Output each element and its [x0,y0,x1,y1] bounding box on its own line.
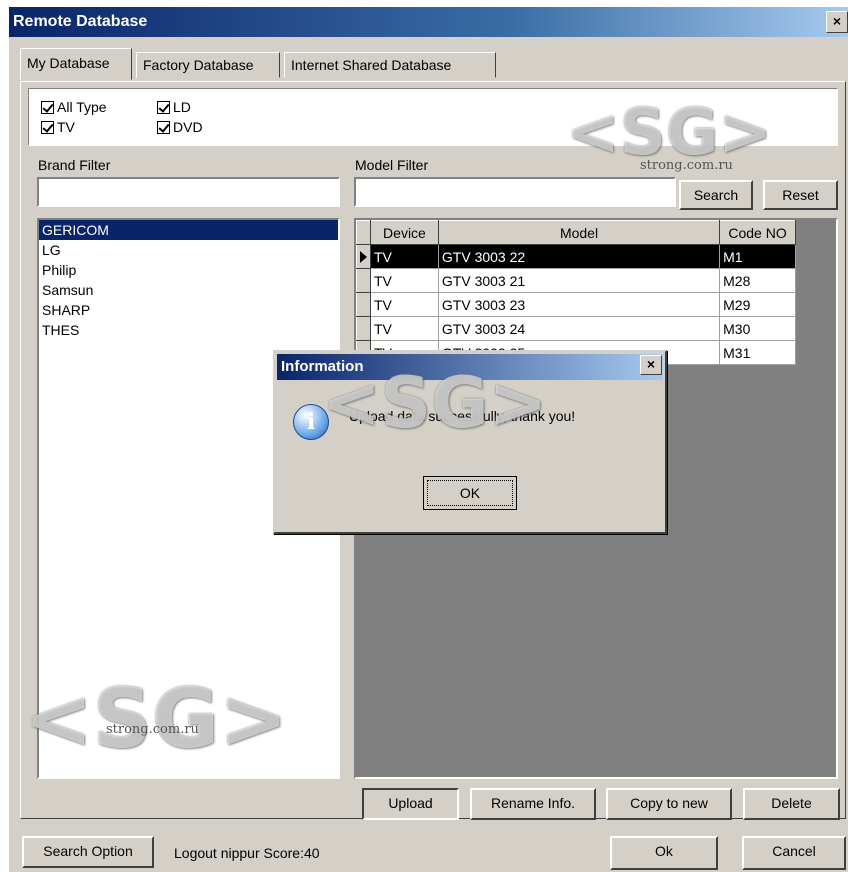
model-filter-label: Model Filter [355,157,429,173]
close-icon[interactable]: × [640,355,662,375]
tab-my-database[interactable]: My Database [20,48,132,80]
cell-code[interactable]: M31 [719,340,796,365]
dialog-titlebar: Information [277,354,663,380]
table-row[interactable]: TV GTV 3003 24 M30 [356,316,796,341]
information-dialog: Information × i Upload data successfully… [273,350,667,534]
cell-code[interactable]: M28 [719,268,796,293]
info-icon: i [293,404,329,440]
upload-button[interactable]: Upload [362,788,459,820]
status-text: Logout nippur Score:40 [174,845,320,861]
table-header-row: Device Model Code NO [356,220,796,245]
cell-code[interactable]: M30 [719,316,796,341]
row-indicator [356,268,371,293]
checkbox-tv[interactable]: TV [41,119,75,135]
cell-device[interactable]: TV [369,292,439,317]
checkbox-icon [157,100,170,114]
cell-device[interactable]: TV [369,316,439,341]
cell-device[interactable]: TV [369,244,439,269]
checkbox-icon [157,120,170,134]
cell-device[interactable]: TV [369,268,439,293]
checkbox-icon [41,120,54,134]
dialog-ok-button[interactable]: OK [423,476,517,510]
brand-filter-label: Brand Filter [38,157,111,173]
column-header-device[interactable]: Device [369,220,439,245]
model-table: Device Model Code NO TV GTV 3003 22 M1 T… [356,220,796,365]
tab-factory-database[interactable]: Factory Database [136,52,280,78]
tab-internet-shared-database[interactable]: Internet Shared Database [284,52,496,78]
rename-info-button[interactable]: Rename Info. [470,788,596,820]
cell-model[interactable]: GTV 3003 21 [437,268,721,293]
delete-button[interactable]: Delete [743,788,840,820]
row-indicator [356,244,371,269]
cell-model[interactable]: GTV 3003 24 [437,316,721,341]
list-item[interactable]: LG [39,240,338,260]
list-item[interactable]: Philip [39,260,338,280]
window-title: Remote Database [13,13,148,30]
list-item[interactable]: THES [39,320,338,340]
copy-to-new-button[interactable]: Copy to new [606,788,732,820]
checkbox-icon [41,100,54,114]
current-row-arrow-icon [360,250,367,263]
cell-code[interactable]: M1 [719,244,796,269]
checkbox-dvd[interactable]: DVD [157,119,203,135]
close-icon[interactable]: × [826,11,848,33]
search-option-button[interactable]: Search Option [22,836,154,868]
model-filter-input[interactable] [354,177,676,207]
table-row[interactable]: TV GTV 3003 21 M28 [356,268,796,293]
window-titlebar: Remote Database [9,7,848,37]
cell-model[interactable]: GTV 3003 22 [437,244,721,269]
table-row[interactable]: TV GTV 3003 22 M1 [356,244,796,269]
cancel-button[interactable]: Cancel [742,836,846,870]
checkbox-all-type[interactable]: All Type [41,99,107,115]
table-row[interactable]: TV GTV 3003 23 M29 [356,292,796,317]
reset-button[interactable]: Reset [763,180,838,210]
dialog-ok-label: OK [427,480,513,506]
row-indicator [356,316,371,341]
row-indicator [356,292,371,317]
brand-filter-input[interactable] [37,177,340,207]
cell-model[interactable]: GTV 3003 23 [437,292,721,317]
list-item[interactable]: Samsun [39,280,338,300]
list-item[interactable]: GERICOM [39,220,338,240]
dialog-title: Information [281,358,364,375]
checkbox-ld[interactable]: LD [157,99,191,115]
cell-code[interactable]: M29 [719,292,796,317]
search-button[interactable]: Search [679,180,753,210]
dialog-message: Upload data successfully, thank you! [349,408,576,424]
ok-button[interactable]: Ok [610,836,718,870]
column-header-model[interactable]: Model [437,220,721,245]
list-item[interactable]: SHARP [39,300,338,320]
device-type-panel: All Type TV LD DVD [28,88,838,146]
row-indicator-header [356,220,371,245]
column-header-code[interactable]: Code NO [719,220,796,245]
